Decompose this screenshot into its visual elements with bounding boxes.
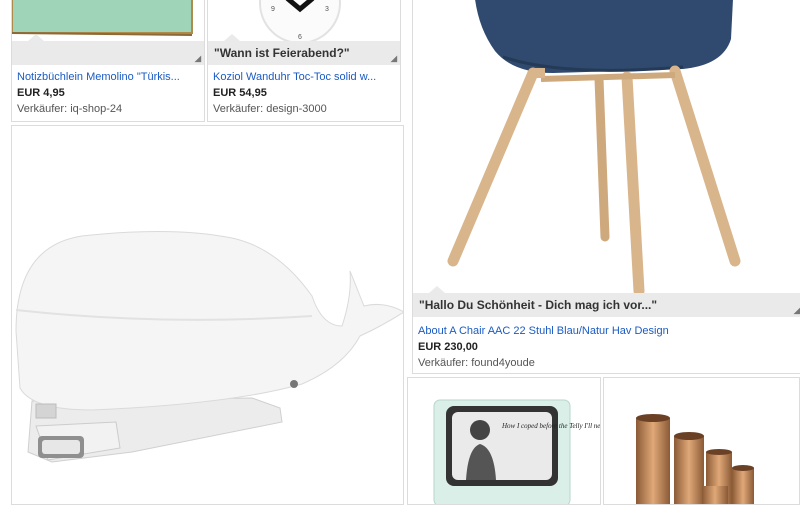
product-seller: Verkäufer: found4youde bbox=[418, 357, 535, 369]
product-card-copper[interactable] bbox=[603, 377, 800, 505]
product-card-clock[interactable]: 9 6 3 "Wann ist Feierabend?" ◢ Koziol Wa… bbox=[207, 0, 401, 122]
card-caption: ◢ bbox=[12, 34, 204, 65]
resize-corner-icon: ◢ bbox=[793, 306, 800, 315]
product-card-stapler[interactable] bbox=[11, 125, 404, 505]
product-card-tv[interactable]: How I coped before the Telly I'll never … bbox=[407, 377, 601, 505]
product-title-link[interactable]: Notizbüchlein Memolino "Türkis... bbox=[17, 70, 204, 84]
product-card-notebook[interactable]: ◢ Notizbüchlein Memolino "Türkis... EUR … bbox=[11, 0, 205, 122]
product-card-chair[interactable]: "Hallo Du Schönheit - Dich mag ich vor..… bbox=[412, 0, 800, 374]
product-price: EUR 230,00 bbox=[418, 341, 478, 353]
copper-image[interactable] bbox=[604, 378, 799, 504]
clock-numeral-6: 6 bbox=[298, 34, 302, 41]
card-caption: "Wann ist Feierabend?" ◢ bbox=[208, 34, 400, 65]
product-seller: Verkäufer: iq-shop-24 bbox=[17, 103, 123, 115]
clock-numeral-3: 3 bbox=[325, 6, 329, 13]
product-title-link[interactable]: About A Chair AAC 22 Stuhl Blau/Natur Ha… bbox=[418, 324, 800, 338]
clock-numeral-9: 9 bbox=[271, 6, 275, 13]
product-price: EUR 54,95 bbox=[213, 87, 267, 99]
product-title-link[interactable]: Koziol Wanduhr Toc-Toc solid w... bbox=[213, 70, 400, 84]
tv-image[interactable]: How I coped before the Telly I'll never … bbox=[408, 378, 601, 504]
stapler-image[interactable] bbox=[12, 126, 403, 504]
chair-image[interactable] bbox=[413, 0, 800, 293]
product-price: EUR 4,95 bbox=[17, 87, 65, 99]
resize-corner-icon: ◢ bbox=[390, 54, 397, 63]
tv-text: How I coped before the Telly I'll never … bbox=[501, 422, 601, 430]
product-seller: Verkäufer: design-3000 bbox=[213, 103, 327, 115]
card-caption: "Hallo Du Schönheit - Dich mag ich vor..… bbox=[413, 286, 800, 317]
resize-corner-icon: ◢ bbox=[194, 54, 201, 63]
